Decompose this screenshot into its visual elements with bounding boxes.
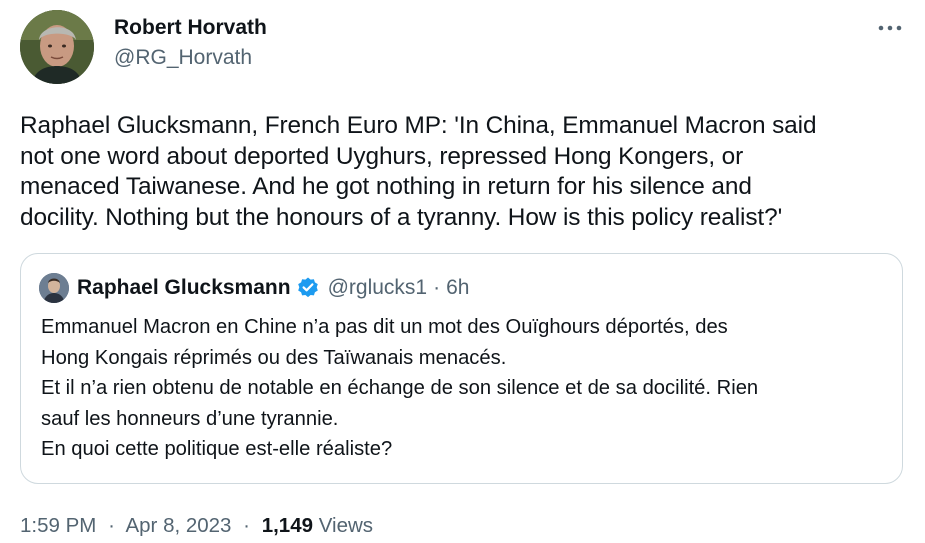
author-handle[interactable]: @RG_Horvath <box>114 44 267 72</box>
tweet-time[interactable]: 1:59 PM <box>20 514 96 537</box>
author-block: Robert Horvath @RG_Horvath <box>114 14 267 72</box>
tweet-meta: 1:59 PM · Apr 8, 2023 · 1,149 Views <box>20 512 373 540</box>
meta-separator: · <box>108 514 115 537</box>
quote-author-handle[interactable]: @rglucks1 <box>328 276 428 300</box>
more-options-button[interactable] <box>872 16 908 40</box>
tweet-text: Raphael Glucksmann, French Euro MP: 'In … <box>20 112 817 231</box>
views-label: Views <box>318 514 374 537</box>
avatar[interactable] <box>20 10 94 84</box>
more-horizontal-icon <box>878 25 902 31</box>
quote-author-name[interactable]: Raphael Glucksmann <box>77 276 291 300</box>
tweet-date[interactable]: Apr 8, 2023 <box>125 514 231 537</box>
quote-text: Emmanuel Macron en Chine n’a pas dit un … <box>41 316 759 461</box>
verified-badge-icon <box>297 277 318 298</box>
meta-separator: · <box>243 514 250 537</box>
quote-timestamp[interactable]: 6h <box>446 276 469 300</box>
quoted-tweet[interactable]: Raphael Glucksmann @rglucks1 · 6h Emmanu… <box>20 253 903 484</box>
quote-separator: · <box>433 276 441 299</box>
views-count: 1,149 <box>261 514 314 537</box>
avatar-photo <box>20 10 94 84</box>
quote-avatar[interactable] <box>39 273 69 303</box>
author-name[interactable]: Robert Horvath <box>114 14 267 42</box>
quote-header: Raphael Glucksmann @rglucks1 · 6h <box>39 272 469 304</box>
quote-avatar-photo <box>39 273 69 303</box>
tweet: Robert Horvath @RG_Horvath Raphael Gluck… <box>0 0 925 543</box>
